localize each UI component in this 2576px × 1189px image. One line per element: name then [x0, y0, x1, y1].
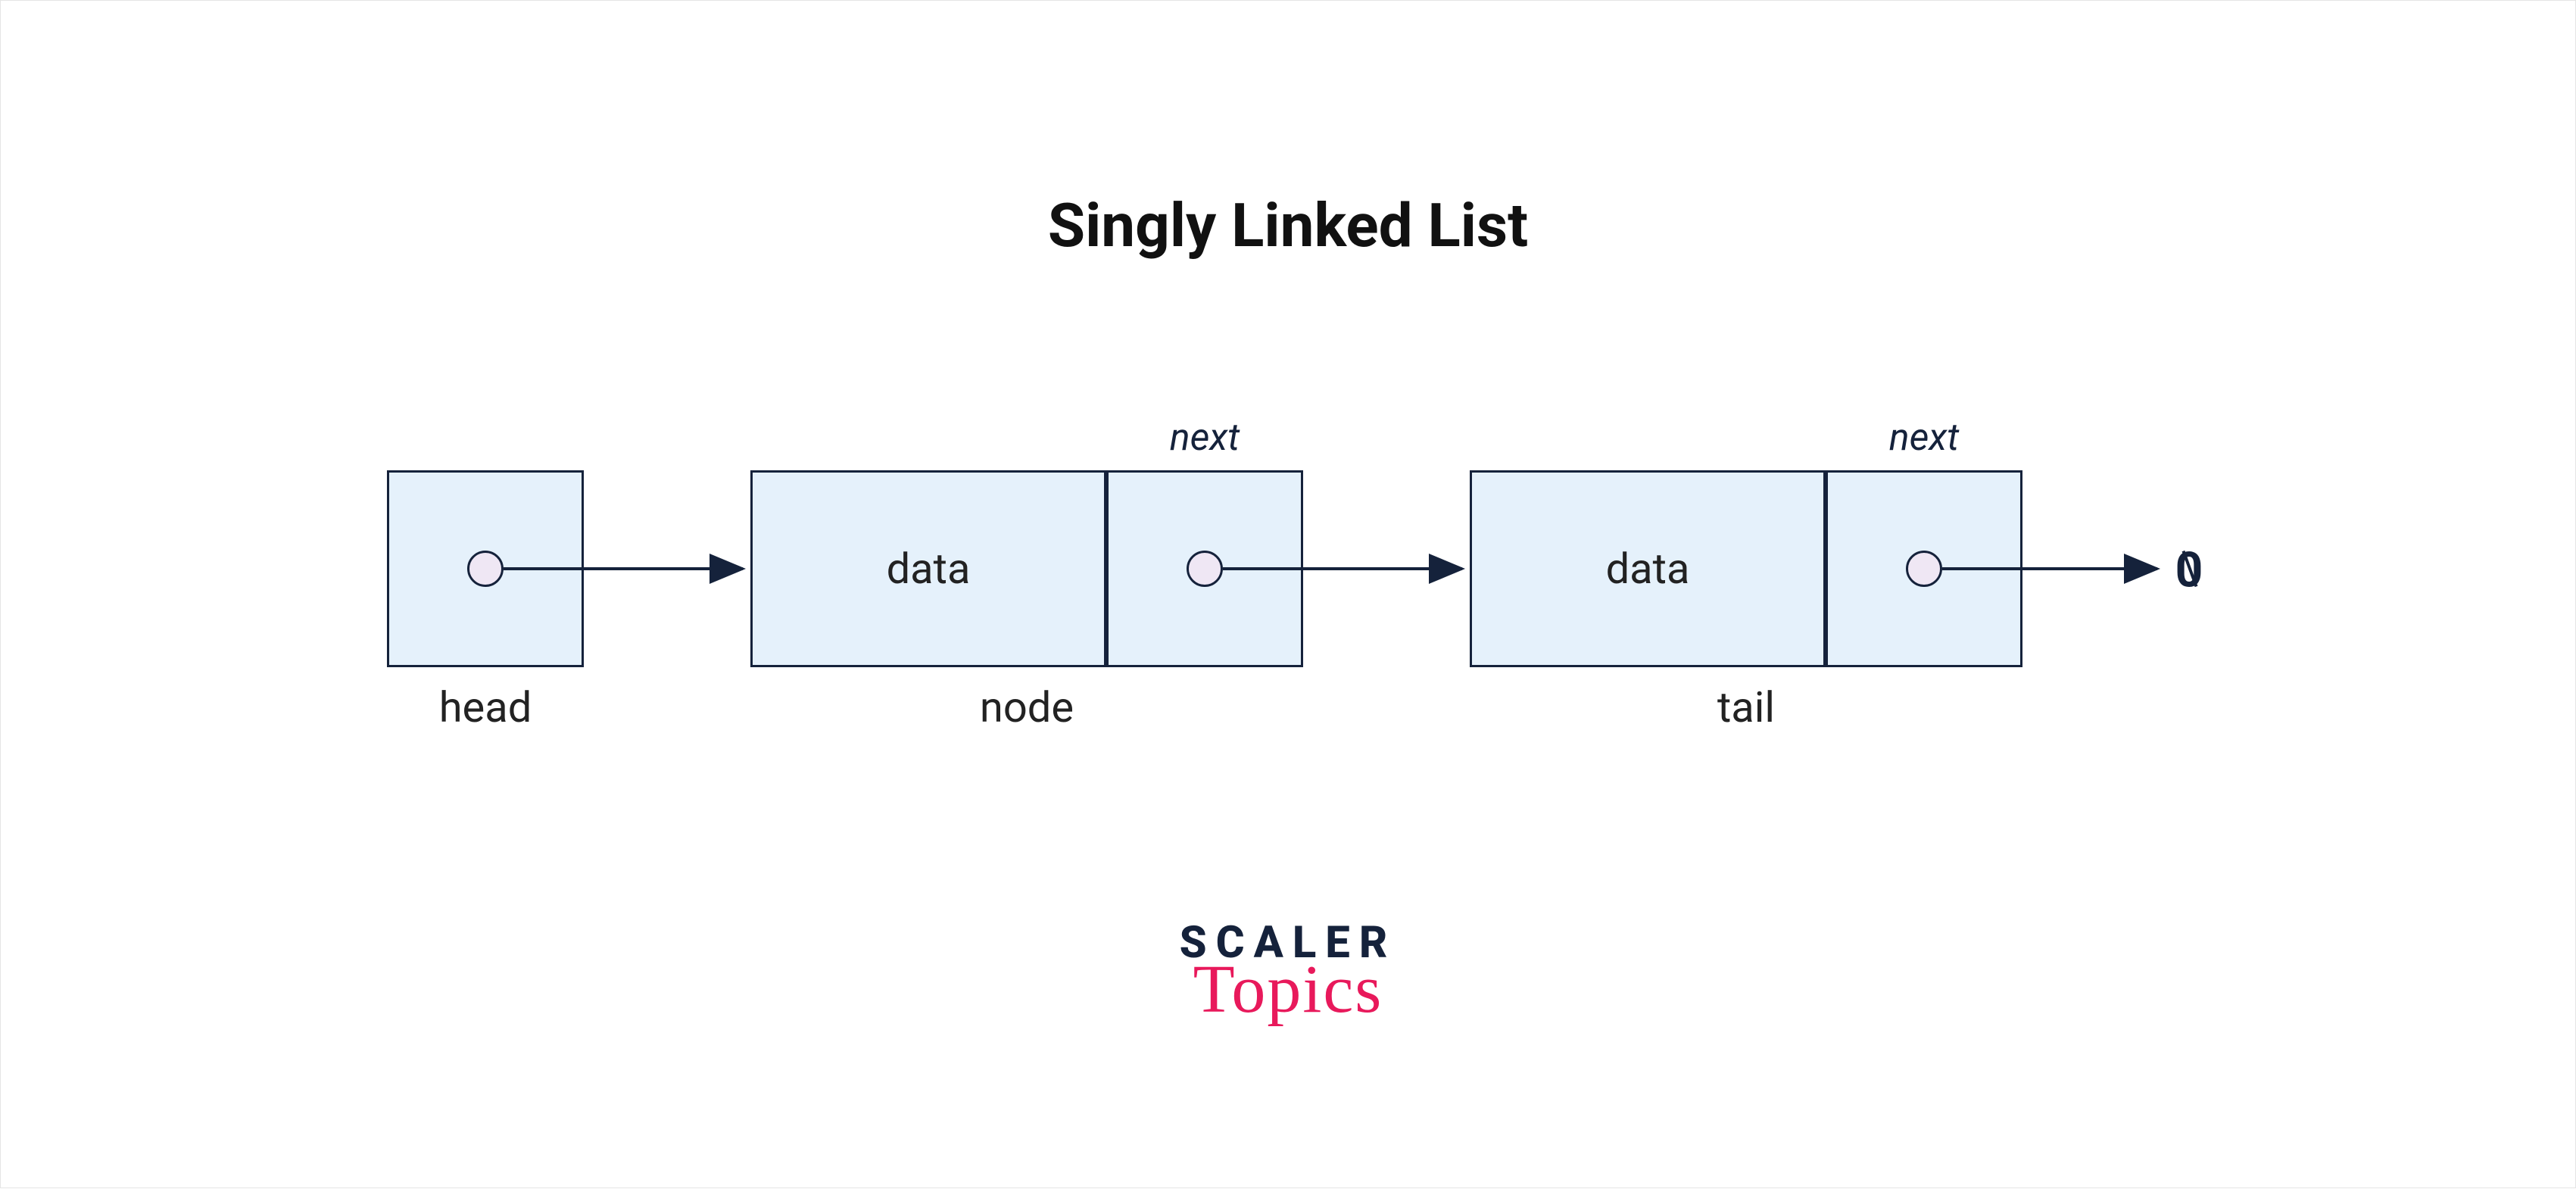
- scaler-topics-logo: SCALER Topics: [1180, 917, 1397, 1028]
- diagram-title: Singly Linked List: [1, 190, 2575, 261]
- node2-data-label: data: [1606, 544, 1690, 594]
- node2-next-label: next: [1826, 416, 2022, 460]
- node1-data-label: data: [887, 544, 971, 594]
- node1-pointer-dot: [1187, 551, 1223, 587]
- head-label: head: [387, 682, 584, 732]
- node1-below-label: node: [750, 682, 1303, 732]
- head-pointer-dot: [467, 551, 504, 587]
- node2-pointer-dot: [1906, 551, 1942, 587]
- logo-line2: Topics: [1180, 950, 1397, 1028]
- node2-below-label: tail: [1470, 682, 2022, 732]
- node1-next-label: next: [1106, 416, 1303, 460]
- diagram-canvas: Singly Linked List head data next node d…: [0, 0, 2576, 1188]
